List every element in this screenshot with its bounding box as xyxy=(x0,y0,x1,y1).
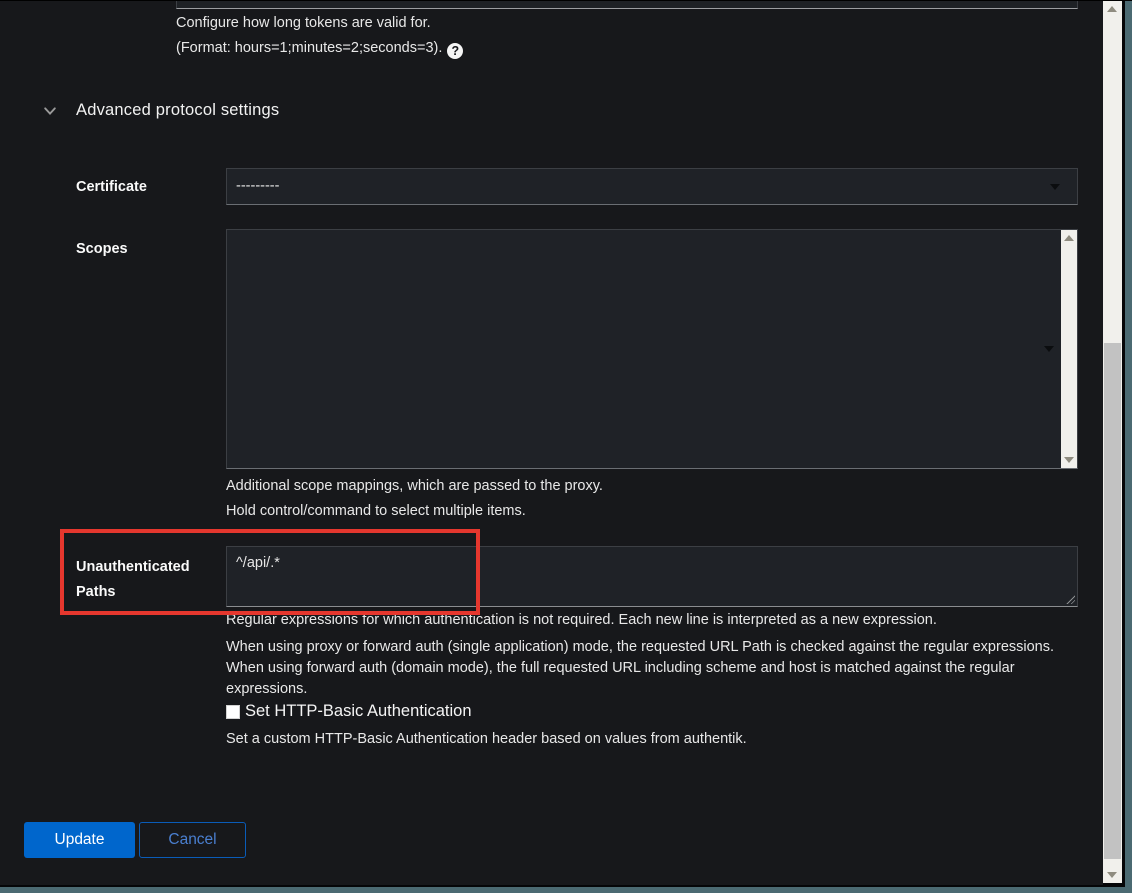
scopes-scrollbar[interactable] xyxy=(1061,230,1077,468)
http-basic-auth-help: Set a custom HTTP-Basic Authentication h… xyxy=(226,731,747,747)
unauthenticated-paths-help-2: When using proxy or forward auth (single… xyxy=(226,637,1062,700)
http-basic-auth-row: Set HTTP-Basic Authentication xyxy=(226,702,472,721)
scopes-help-1: Additional scope mappings, which are pas… xyxy=(226,478,603,494)
form-actions: Update Cancel xyxy=(24,822,246,858)
token-validity-format-help: (Format: hours=1;minutes=2;seconds=3).? xyxy=(176,40,463,59)
section-title: Advanced protocol settings xyxy=(76,101,279,120)
unauthenticated-paths-help-1: Regular expressions for which authentica… xyxy=(226,612,937,628)
select-caret-icon xyxy=(1044,346,1054,352)
scopes-help-2: Hold control/command to select multiple … xyxy=(226,503,526,519)
cancel-button[interactable]: Cancel xyxy=(139,822,246,858)
scroll-up-icon[interactable] xyxy=(1064,235,1074,241)
unauthenticated-paths-label: Unauthenticated Paths xyxy=(76,555,218,605)
scopes-label: Scopes xyxy=(76,241,128,257)
app-window: Configure how long tokens are valid for.… xyxy=(0,0,1132,893)
scroll-up-icon[interactable] xyxy=(1107,6,1117,12)
http-basic-auth-checkbox[interactable] xyxy=(226,705,240,719)
chevron-down-icon xyxy=(43,104,57,118)
window-edge-bottom xyxy=(0,887,1132,893)
certificate-label: Certificate xyxy=(76,179,147,195)
window-edge-right xyxy=(1125,1,1132,893)
unauthenticated-paths-field: ^/api/.* xyxy=(226,546,1078,607)
question-circle-icon[interactable]: ? xyxy=(447,43,463,59)
token-validity-help: Configure how long tokens are valid for. xyxy=(176,15,431,31)
certificate-select[interactable]: --------- xyxy=(226,168,1078,205)
scroll-down-icon[interactable] xyxy=(1064,457,1074,463)
select-caret-icon xyxy=(1050,184,1060,190)
scopes-listbox[interactable] xyxy=(226,229,1078,469)
certificate-selected-value: --------- xyxy=(236,178,279,194)
update-button[interactable]: Update xyxy=(24,822,135,858)
provider-form-panel: Configure how long tokens are valid for.… xyxy=(0,1,1103,885)
http-basic-auth-label[interactable]: Set HTTP-Basic Authentication xyxy=(245,702,472,721)
advanced-protocol-settings-header[interactable]: Advanced protocol settings xyxy=(43,101,279,120)
scroll-down-icon[interactable] xyxy=(1107,872,1117,878)
unauthenticated-paths-textarea[interactable]: ^/api/.* xyxy=(226,546,1078,607)
token-validity-input[interactable] xyxy=(176,1,1078,9)
scrollbar-thumb[interactable] xyxy=(1104,343,1121,859)
